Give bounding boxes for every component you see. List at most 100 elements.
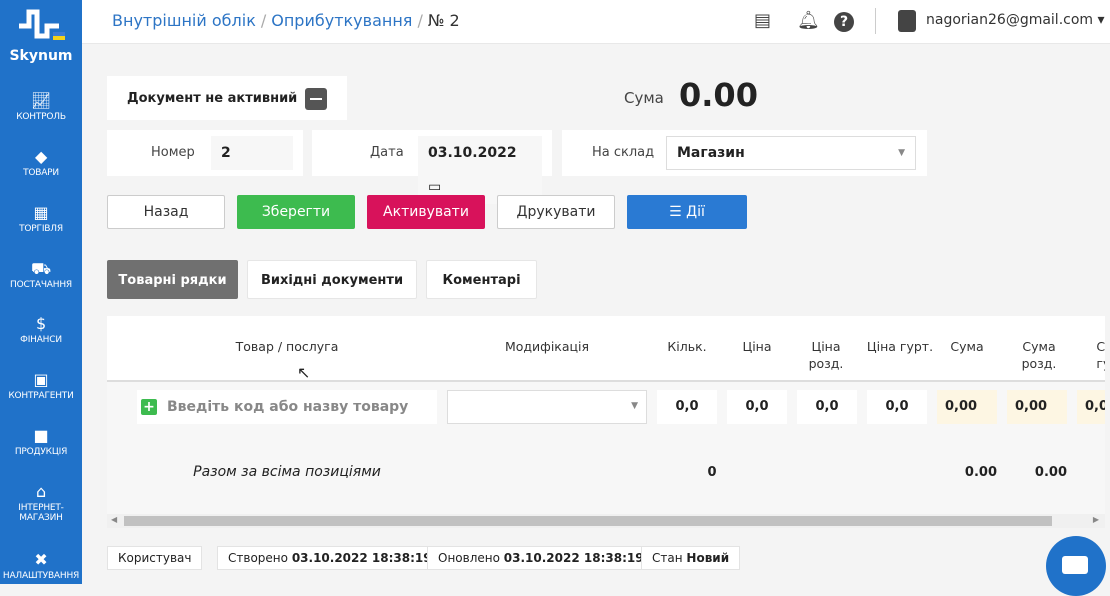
chat-icon xyxy=(1062,556,1088,574)
product-input[interactable]: + Введіть код або назву товару xyxy=(137,390,437,424)
chart-icon: 📈︎ xyxy=(30,91,52,110)
cash-register-icon: ▦ xyxy=(33,203,49,222)
sidebar-item-label: КОНТРАГЕНТИ xyxy=(8,391,74,401)
status-card: Документ не активний xyxy=(107,76,347,120)
help-icon[interactable]: ? xyxy=(834,12,854,32)
calendar-icon: ▭ xyxy=(428,179,442,195)
sidebar-item-trade[interactable]: ▦ ТОРГІВЛЯ xyxy=(0,202,82,234)
list-check-icon: ☰ xyxy=(669,204,687,220)
breadcrumb-receipt[interactable]: Оприбуткування xyxy=(271,11,412,30)
col-modification: Модифікація xyxy=(504,339,590,354)
user-email: nagorian26@gmail.com xyxy=(926,12,1094,28)
sidebar-item-label: ТОРГІВЛЯ xyxy=(19,224,63,234)
warehouse-select[interactable]: Магазин ▼ xyxy=(666,136,916,170)
chat-button[interactable] xyxy=(1046,536,1106,596)
news-icon[interactable]: ▤ xyxy=(754,10,771,31)
sidebar-item-settings[interactable]: ✖ НАЛАШТУВАННЯ xyxy=(0,549,82,581)
tags-icon: ◆ xyxy=(34,147,48,166)
brand-name: Skynum xyxy=(9,48,73,64)
sidebar-item-goods[interactable]: ◆ ТОВАРИ xyxy=(0,146,82,178)
header: Внутрішній облік / Оприбуткування / № 2 ▤ 🔔︎… xyxy=(82,0,1110,44)
sidebar-item-supply[interactable]: ⛟ ПОСТАЧАННЯ xyxy=(0,258,82,290)
price-retail-input[interactable]: 0,0 xyxy=(797,390,857,424)
chevron-down-icon: ▼ xyxy=(898,148,905,158)
sidebar-item-contractors[interactable]: ▣ КОНТРАГЕНТИ xyxy=(0,369,82,401)
col-product: Товар / послуга xyxy=(235,339,339,354)
sum-wholesale-cell: 0,00 xyxy=(1077,390,1105,424)
updated-label: Оновлено xyxy=(438,551,500,565)
skynum-logo-icon xyxy=(19,9,65,40)
state-value: Новий xyxy=(686,551,730,565)
sidebar-item-label: ПРОДУКЦІЯ xyxy=(14,447,68,457)
sidebar-item-label: ПОСТАЧАННЯ xyxy=(10,280,72,290)
product-placeholder: Введіть код або назву товару xyxy=(167,399,409,415)
sidebar-item-finance[interactable]: $ ФІНАНСИ xyxy=(0,313,82,345)
number-input[interactable]: 2 xyxy=(211,136,293,170)
activate-button[interactable]: Активувати xyxy=(367,195,485,229)
sum-cell: 0,00 xyxy=(937,390,997,424)
divider xyxy=(875,8,876,34)
box-icon: ■ xyxy=(33,426,49,445)
sidebar-item-control[interactable]: 📈︎ КОНТРОЛЬ xyxy=(0,90,82,122)
total-sum: 0.00 xyxy=(964,465,997,480)
tab-goods-rows[interactable]: Товарні рядки xyxy=(107,260,238,299)
doc-status: Документ не активний xyxy=(127,91,298,106)
sidebar-item-eshop[interactable]: ⌂ ІНТЕРНЕТ-МАГАЗИН xyxy=(0,481,82,523)
col-sum-wholesale: Сума гурт. xyxy=(1096,339,1105,371)
bell-icon[interactable]: 🔔︎ xyxy=(797,10,820,31)
user-menu[interactable]: nagorian26@gmail.com ▾ xyxy=(926,12,1105,28)
plus-icon[interactable]: + xyxy=(141,399,157,415)
mouse-cursor-icon: ↖ xyxy=(297,363,311,382)
col-price: Ціна xyxy=(742,339,772,354)
tools-icon: ✖ xyxy=(34,550,48,569)
breadcrumb-current: № 2 xyxy=(427,11,460,30)
created-label: Створено xyxy=(228,551,288,565)
save-button[interactable]: Зберегти xyxy=(237,195,355,229)
sidebar-item-label: КОНТРОЛЬ xyxy=(16,112,66,122)
scroll-left-icon[interactable]: ◀ xyxy=(111,515,117,524)
tab-comments[interactable]: Коментарі xyxy=(426,260,537,299)
warehouse-label: На склад xyxy=(592,145,655,160)
footer-updated: Оновлено 03.10.2022 18:38:19 xyxy=(427,546,655,570)
number-group: Номер 2 xyxy=(107,130,303,176)
total-label: Разом за всіма позиціями xyxy=(193,464,381,480)
warehouse-value: Магазин xyxy=(677,145,745,161)
tab-output-docs[interactable]: Вихідні документи xyxy=(247,260,417,299)
basket-icon: ⌂ xyxy=(36,482,46,501)
scrollbar-thumb[interactable] xyxy=(124,516,1052,526)
date-input[interactable]: 03.10.2022 ▭ xyxy=(418,136,542,204)
sidebar-item-label: ТОВАРИ xyxy=(23,168,59,178)
qty-input[interactable]: 0,0 xyxy=(657,390,717,424)
footer-created: Створено 03.10.2022 18:38:19 xyxy=(217,546,443,570)
date-label: Дата xyxy=(370,145,404,160)
toggle-active-button[interactable] xyxy=(305,88,327,110)
sidebar-item-production[interactable]: ■ ПРОДУКЦІЯ xyxy=(0,425,82,457)
print-button[interactable]: Друкувати xyxy=(497,195,615,229)
table-header: Товар / послуга Модифікація Кільк. Ціна … xyxy=(107,316,1105,382)
price-wholesale-input[interactable]: 0,0 xyxy=(867,390,927,424)
sum-label: Сума xyxy=(624,89,664,107)
col-qty: Кільк. xyxy=(667,339,707,354)
horizontal-scrollbar[interactable]: ◀ ▶ xyxy=(107,514,1105,528)
state-label: Стан xyxy=(652,551,683,565)
chevron-down-icon: ▼ xyxy=(631,401,638,411)
truck-icon: ⛟ xyxy=(31,259,51,278)
modification-select[interactable]: ▼ xyxy=(447,390,647,424)
logo[interactable]: Skynum xyxy=(0,8,82,64)
goods-table: Товар / послуга Модифікація Кільк. Ціна … xyxy=(107,316,1105,528)
sidebar-item-label: НАЛАШТУВАННЯ xyxy=(2,571,80,581)
warehouse-group: На склад Магазин ▼ xyxy=(562,130,927,176)
footer-user: Користувач xyxy=(107,546,203,570)
sidebar-item-label: ІНТЕРНЕТ-МАГАЗИН xyxy=(18,503,64,523)
back-button[interactable]: Назад xyxy=(107,195,225,229)
price-input[interactable]: 0,0 xyxy=(727,390,787,424)
actions-button[interactable]: ☰ Дії xyxy=(627,195,747,229)
scroll-right-icon[interactable]: ▶ xyxy=(1093,515,1099,524)
sum-retail-cell: 0,00 xyxy=(1007,390,1067,424)
col-price-retail: Ціна розд. xyxy=(808,339,844,371)
col-sum-retail: Сума розд. xyxy=(1021,339,1057,371)
breadcrumb-internal[interactable]: Внутрішній облік xyxy=(112,11,256,30)
date-value: 03.10.2022 xyxy=(428,145,517,161)
number-label: Номер xyxy=(151,145,195,160)
updated-value: 03.10.2022 18:38:19 xyxy=(503,551,644,565)
